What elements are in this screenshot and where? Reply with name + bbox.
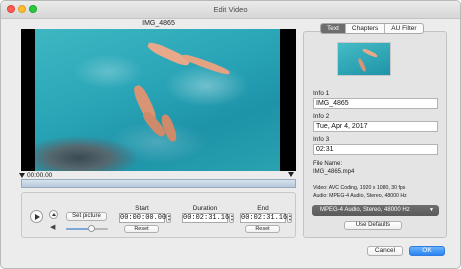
timeline-track[interactable] — [21, 179, 296, 188]
file-name-label: File Name: — [313, 161, 343, 167]
playhead-marker[interactable] — [19, 173, 25, 178]
start-stepper[interactable]: ▲ ▼ — [166, 213, 171, 223]
duration-field[interactable]: 00:02:31.16 — [182, 213, 229, 223]
end-marker[interactable] — [288, 172, 294, 177]
window-title: Edit Video — [213, 5, 248, 14]
clip-title: IMG_4865 — [142, 20, 175, 27]
current-time-label: 00:00.00 — [27, 172, 53, 179]
eject-icon[interactable] — [49, 210, 58, 219]
info2-label: Info 2 — [313, 113, 330, 120]
info3-label: Info 3 — [313, 136, 330, 143]
video-preview[interactable] — [21, 29, 296, 171]
thumbnail-swimmer — [361, 47, 379, 59]
info1-field[interactable]: IMG_4865 — [313, 98, 438, 109]
ok-button[interactable]: OK — [409, 246, 445, 256]
end-reset-button[interactable]: Reset — [245, 225, 280, 233]
playback-controls: Set picture ◀ Start 00:00:00.00 ▲ ▼ Reset… — [21, 192, 296, 238]
panel-tabs: Text Chapters AU Filter — [320, 23, 424, 34]
volume-knob[interactable] — [87, 225, 95, 232]
end-stepper[interactable]: ▲ ▼ — [287, 213, 292, 223]
volume-slider[interactable] — [66, 225, 108, 232]
info2-field[interactable]: Tue, Apr 4, 2017 — [313, 121, 438, 132]
file-name-value: IMG_4865.mp4 — [313, 169, 355, 175]
start-reset-button[interactable]: Reset — [124, 225, 159, 233]
thumbnail-swimmer — [357, 57, 367, 73]
use-defaults-button[interactable]: Use Defaults — [344, 221, 402, 230]
edit-video-window: Edit Video IMG_4865 00:00.00 Set picture… — [0, 0, 461, 269]
end-label: End — [257, 205, 269, 212]
info1-label: Info 1 — [313, 90, 330, 97]
speaker-icon: ◀ — [50, 224, 56, 231]
end-time-field[interactable]: 00:02:31.16 — [240, 213, 287, 223]
audio-format-value: MPEG-4 Audio, Stereo, 48000 Hz — [320, 207, 410, 213]
duration-stepper[interactable]: ▲ ▼ — [229, 213, 234, 223]
audio-info: Audio: MPEG-4 Audio, Stereo, 48000 Hz — [313, 193, 407, 199]
title-bar[interactable]: Edit Video — [1, 1, 460, 19]
chevron-down-icon: ▼ — [429, 207, 434, 213]
info3-field[interactable]: 02:31 — [313, 144, 438, 155]
rock-shape — [35, 127, 145, 171]
play-button[interactable] — [30, 210, 43, 223]
clip-thumbnail — [337, 42, 391, 76]
tab-text[interactable]: Text — [321, 24, 345, 33]
tab-au-filter[interactable]: AU Filter — [384, 24, 422, 33]
tab-chapters[interactable]: Chapters — [344, 24, 384, 33]
duration-label: Duration — [192, 205, 218, 212]
start-time-field[interactable]: 00:00:00.00 — [119, 213, 166, 223]
video-info: Video: AVC Coding, 1920 x 1080, 30 fps — [313, 185, 406, 191]
start-label: Start — [135, 205, 149, 212]
audio-format-dropdown[interactable]: MPEG-4 Audio, Stereo, 48000 Hz ▼ — [312, 205, 439, 216]
cancel-button[interactable]: Cancel — [367, 246, 403, 256]
set-picture-button[interactable]: Set picture — [66, 212, 107, 221]
